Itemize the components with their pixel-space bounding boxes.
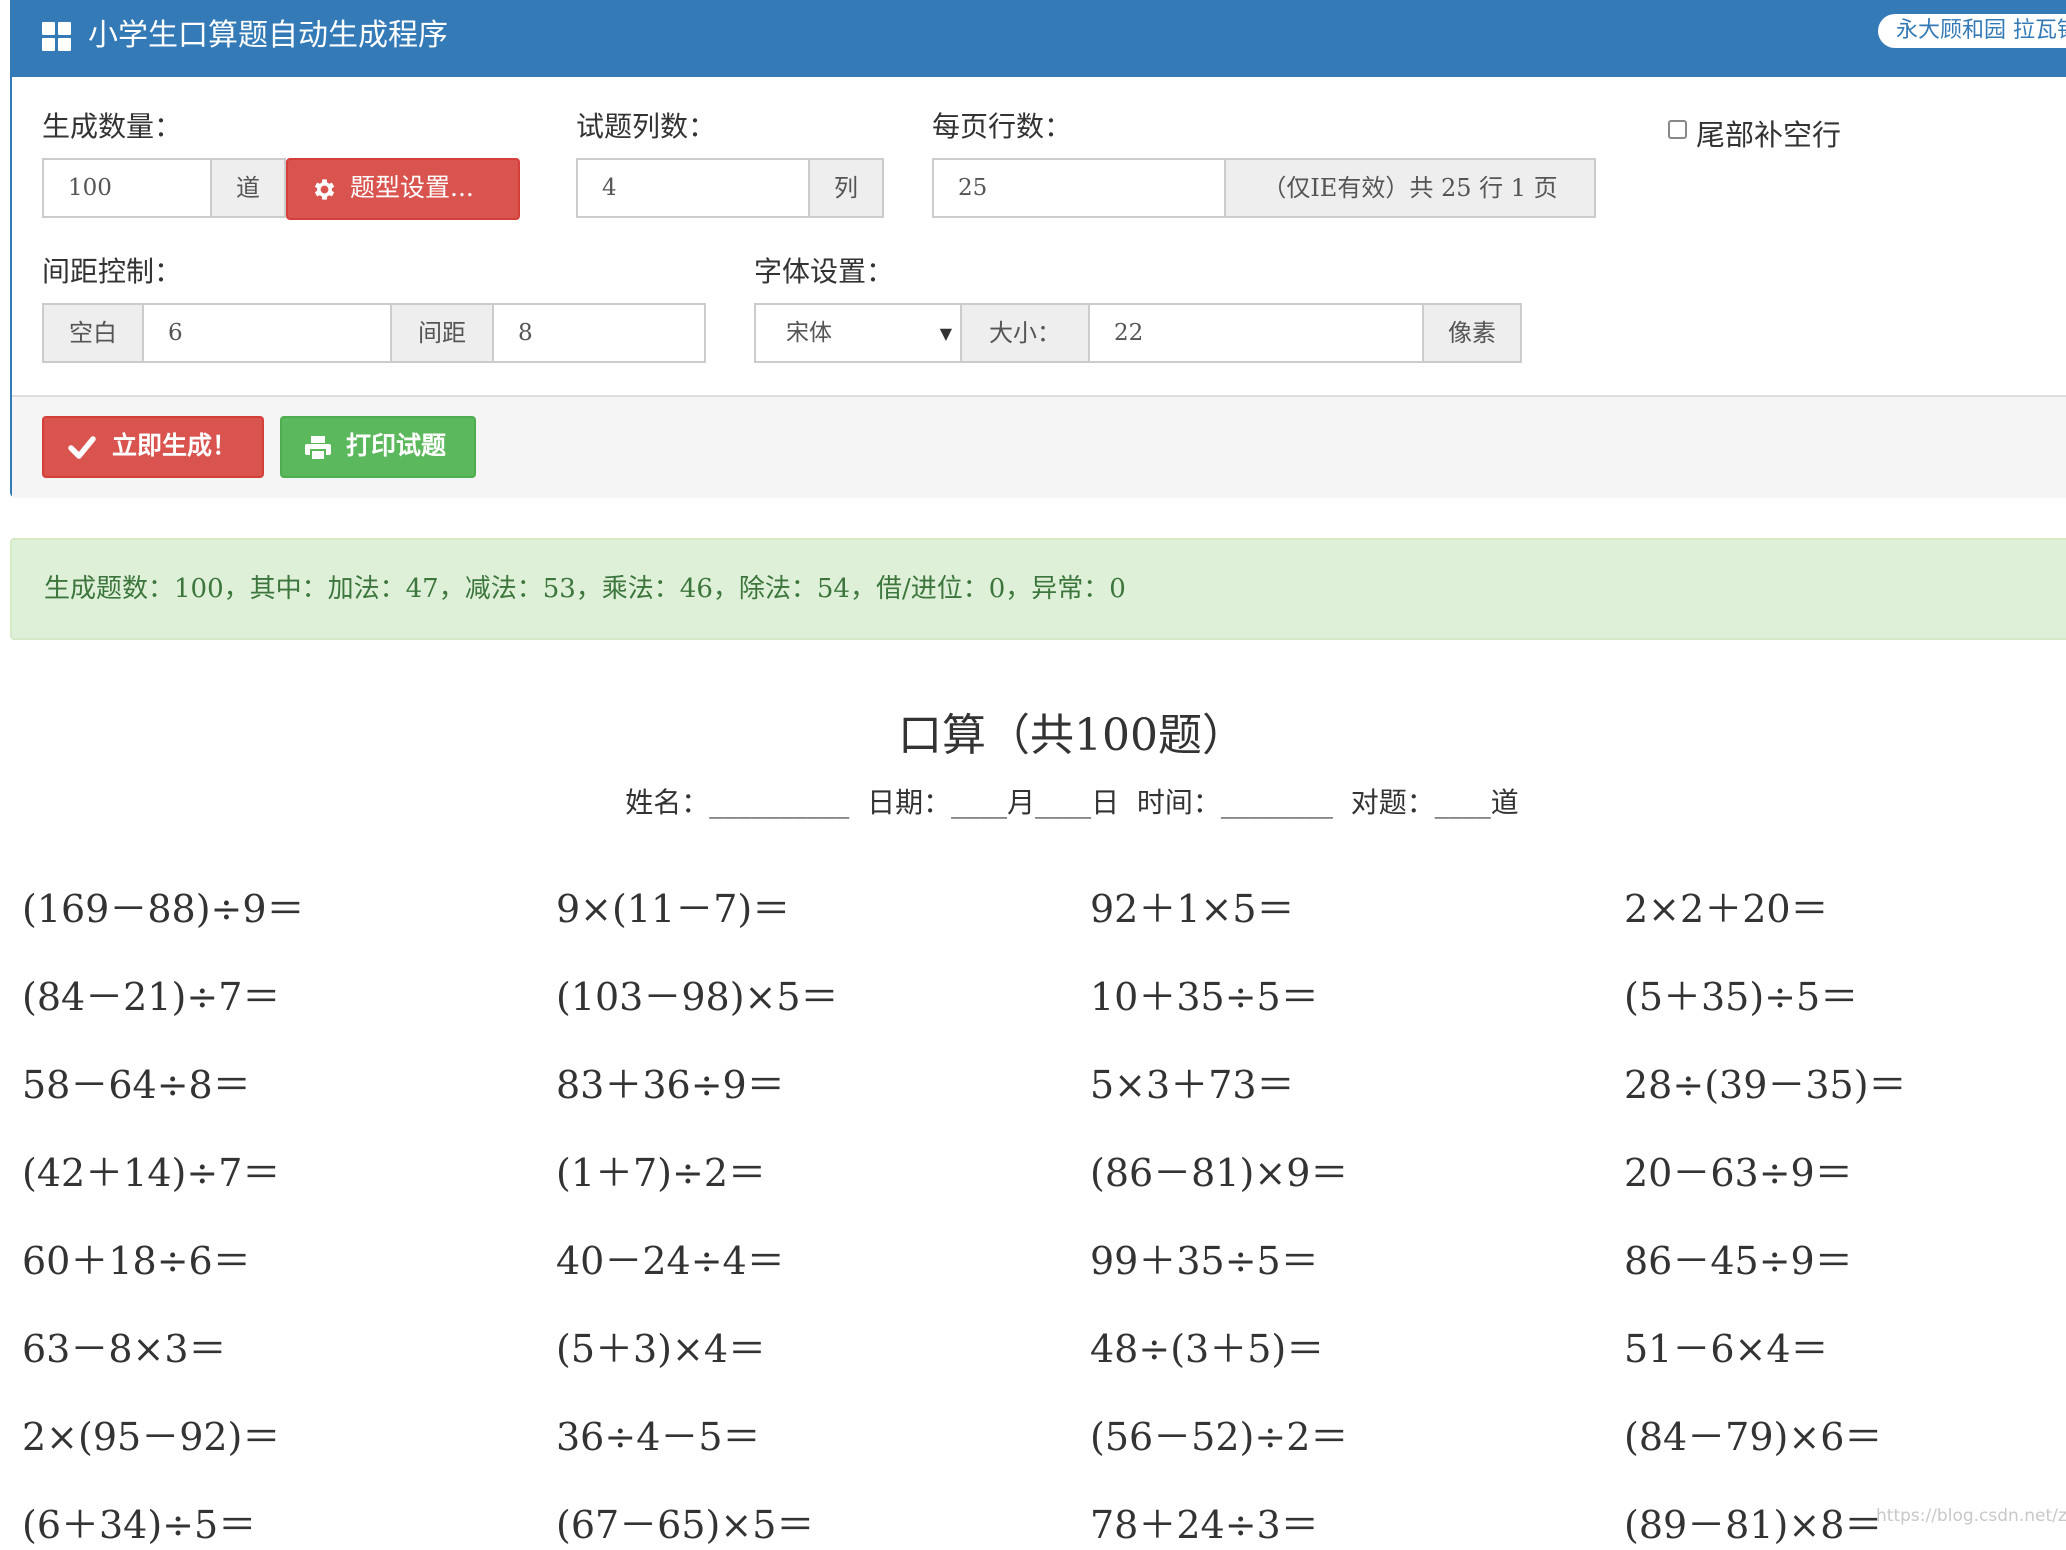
size-input[interactable]: 22 [1088,303,1424,363]
blank-addon: 空白 [42,303,144,363]
problem-item: 78＋24÷3＝ [1090,1503,1319,1547]
problem-item: 40－24÷4＝ [556,1239,785,1283]
gap-addon: 间距 [390,303,494,363]
font-family-select[interactable]: 宋体 ▼ [754,303,962,363]
count-label: 生成数量： [42,110,183,143]
spacing-label: 间距控制： [42,255,183,288]
problem-item: 99＋35÷5＝ [1090,1239,1319,1283]
problem-item: (86－81)×9＝ [1090,1151,1349,1195]
count-input[interactable]: 100 [42,158,212,218]
rows-info-addon: （仅IE有效）共 25 行 1 页 [1224,158,1596,218]
print-button[interactable]: 打印试题 [280,416,476,478]
problem-item: 10＋35÷5＝ [1090,975,1319,1019]
generate-label: 立即生成！ [112,431,238,460]
problem-item: 5×3＋73＝ [1090,1063,1295,1107]
problem-item: 83＋36÷9＝ [556,1063,785,1107]
type-settings-label: 题型设置... [350,173,474,202]
problem-item: 51－6×4＝ [1624,1327,1829,1371]
generate-button[interactable]: 立即生成！ [42,416,264,478]
problem-item: 63－8×3＝ [22,1327,227,1371]
size-unit-addon: 像素 [1422,303,1522,363]
rows-label: 每页行数： [932,110,1073,143]
columns-unit-addon: 列 [808,158,884,218]
sheet-title: 口算（共100题） [898,710,1246,761]
font-family-value: 宋体 [786,320,832,346]
columns-label: 试题列数： [576,110,717,143]
problem-item: (5＋3)×4＝ [556,1327,767,1371]
panel-footer: 立即生成！ 打印试题 [12,395,2066,498]
type-settings-button[interactable]: 题型设置... [286,158,520,220]
watermark: https://blog.csdn.net/zhide [1876,1506,2066,1526]
problem-item: 58－64÷8＝ [22,1063,251,1107]
font-label: 字体设置： [754,255,895,288]
problem-item: 92＋1×5＝ [1090,887,1295,931]
problem-item: (56－52)÷2＝ [1090,1415,1349,1459]
check-icon [68,436,96,459]
problem-item: (89－81)×8＝ [1624,1503,1883,1547]
print-label: 打印试题 [346,431,447,460]
problem-item: (84－79)×6＝ [1624,1415,1883,1459]
problem-item: 28÷(39－35)＝ [1624,1063,1907,1107]
rows-input[interactable]: 25 [932,158,1226,218]
app-title: 小学生口算题自动生成程序 [88,18,448,53]
problem-item: 60＋18÷6＝ [22,1239,251,1283]
problem-item: 20－63÷9＝ [1624,1151,1853,1195]
problem-item: (84－21)÷7＝ [22,975,281,1019]
gap-input[interactable]: 8 [492,303,706,363]
stats-alert: 生成题数：100，其中：加法：47，减法：53，乘法：46，除法：54，借/进位… [10,538,2066,640]
problem-item: 86－45÷9＝ [1624,1239,1853,1283]
problem-item: (103－98)×5＝ [556,975,839,1019]
size-addon: 大小： [960,303,1090,363]
problem-item: 36÷4－5＝ [556,1415,761,1459]
blank-input[interactable]: 6 [142,303,392,363]
problem-item: 2×2＋20＝ [1624,887,1829,931]
chevron-down-icon: ▼ [939,324,952,343]
count-unit-addon: 道 [210,158,286,218]
problem-item: (5＋35)÷5＝ [1624,975,1859,1019]
problem-item: 48÷(3＋5)＝ [1090,1327,1325,1371]
gear-icon [314,179,335,200]
problem-item: (67－65)×5＝ [556,1503,815,1547]
problem-item: (6＋34)÷5＝ [22,1503,257,1547]
printer-icon [305,436,331,461]
problem-item: (169－88)÷9＝ [22,887,305,931]
panel-heading: 小学生口算题自动生成程序 永大顾和园 拉瓦锡 [12,0,2066,77]
problem-item: 9×(11－7)＝ [556,887,791,931]
sheet-subtitle: 姓名：__________ 日期：____月____日 时间：________ … [625,786,1519,819]
problem-item: 2×(95－92)＝ [22,1415,281,1459]
problem-item: (1＋7)÷2＝ [556,1151,767,1195]
header-badge[interactable]: 永大顾和园 拉瓦锡 [1878,14,2066,48]
pad-rows-checkbox[interactable] [1668,120,1687,139]
problem-item: (42＋14)÷7＝ [22,1151,281,1195]
pad-rows-label[interactable]: 尾部补空行 [1696,118,1841,152]
columns-input[interactable]: 4 [576,158,810,218]
grid-icon [42,22,72,52]
settings-panel: 小学生口算题自动生成程序 永大顾和园 拉瓦锡 生成数量： 100 道 题型设置.… [10,0,2066,498]
